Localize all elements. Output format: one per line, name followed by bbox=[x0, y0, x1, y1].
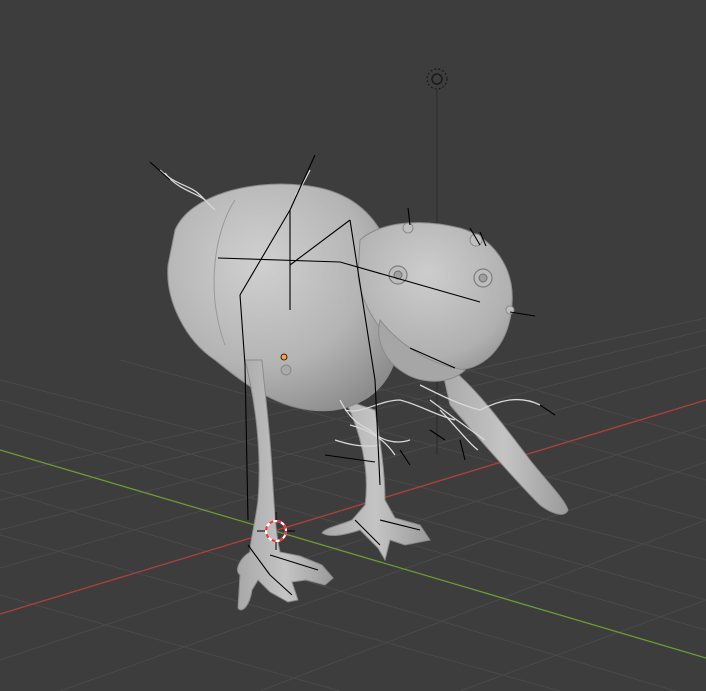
x-axis-line bbox=[0, 399, 706, 615]
3d-viewport[interactable] bbox=[0, 0, 706, 691]
object-origin[interactable] bbox=[280, 353, 288, 361]
viewport-canvas[interactable] bbox=[0, 0, 706, 691]
y-axis-line bbox=[0, 449, 706, 659]
